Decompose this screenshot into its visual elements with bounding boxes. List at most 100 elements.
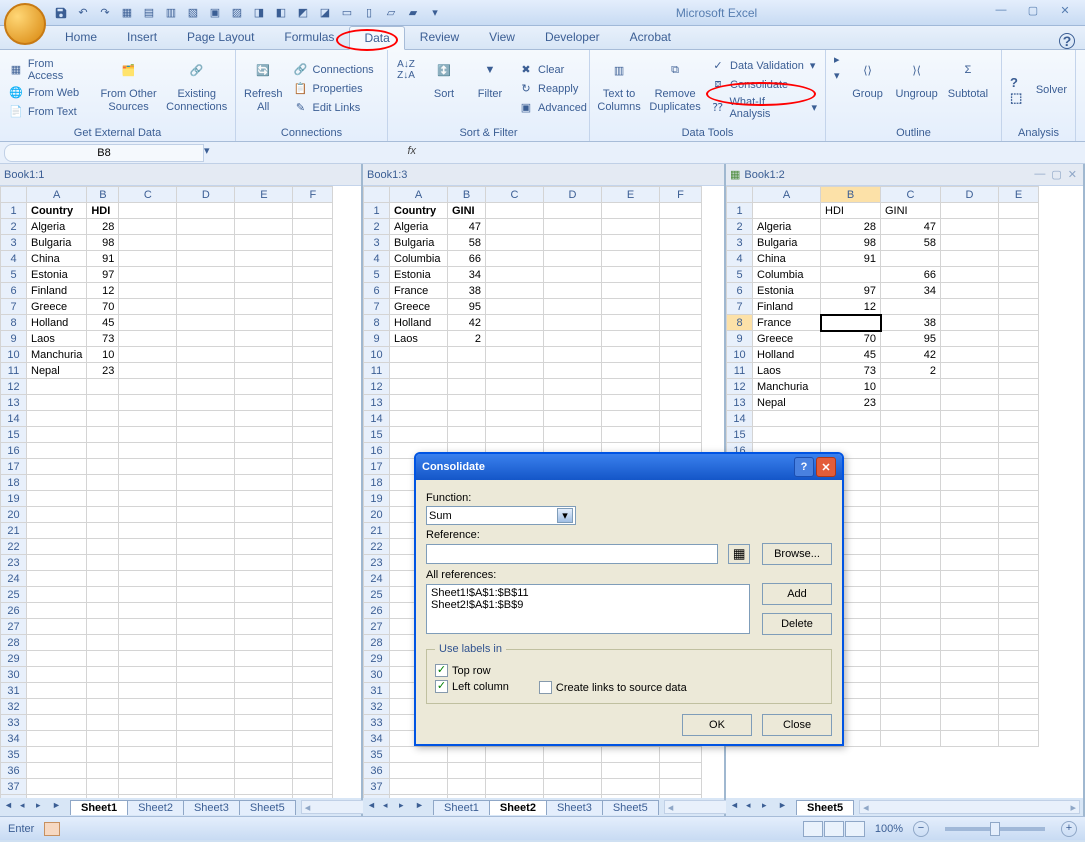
- row-header[interactable]: 7: [364, 299, 390, 315]
- cell[interactable]: [941, 411, 999, 427]
- row-header[interactable]: 31: [1, 683, 27, 699]
- filter-button[interactable]: ▼Filter: [468, 52, 512, 125]
- select-all-corner[interactable]: [364, 187, 390, 203]
- cell[interactable]: [119, 587, 177, 603]
- cell[interactable]: [448, 427, 486, 443]
- row-header[interactable]: 10: [1, 347, 27, 363]
- cell[interactable]: [27, 715, 87, 731]
- cell[interactable]: Greece: [27, 299, 87, 315]
- cell[interactable]: [881, 619, 941, 635]
- cell[interactable]: [293, 619, 333, 635]
- sheet-tab-nav-button[interactable]: ◄: [367, 800, 381, 814]
- qat-icon[interactable]: ▱: [382, 4, 400, 22]
- cell[interactable]: France: [753, 315, 821, 331]
- cell[interactable]: [27, 491, 87, 507]
- qat-icon[interactable]: ▯: [360, 4, 378, 22]
- sheet-tab[interactable]: Sheet1: [433, 800, 490, 815]
- cell[interactable]: [602, 283, 660, 299]
- cell[interactable]: [235, 603, 293, 619]
- cell[interactable]: [177, 539, 235, 555]
- from-other-sources-button[interactable]: 🗂️From Other Sources: [97, 52, 161, 125]
- cell[interactable]: [999, 363, 1039, 379]
- cell[interactable]: [448, 379, 486, 395]
- cell[interactable]: [999, 475, 1039, 491]
- cell[interactable]: [941, 555, 999, 571]
- properties-button[interactable]: 📋Properties: [289, 80, 378, 98]
- row-header[interactable]: 3: [1, 235, 27, 251]
- cell[interactable]: [999, 427, 1039, 443]
- row-header[interactable]: 22: [364, 539, 390, 555]
- row-header[interactable]: 14: [727, 411, 753, 427]
- row-header[interactable]: 14: [1, 411, 27, 427]
- cell[interactable]: [999, 219, 1039, 235]
- cell[interactable]: [448, 347, 486, 363]
- cell[interactable]: [235, 347, 293, 363]
- cell[interactable]: [119, 635, 177, 651]
- cell[interactable]: [87, 475, 119, 491]
- cell[interactable]: [293, 731, 333, 747]
- cell[interactable]: [941, 219, 999, 235]
- cell[interactable]: [602, 379, 660, 395]
- cell[interactable]: Holland: [753, 347, 821, 363]
- cell[interactable]: Estonia: [390, 267, 448, 283]
- tab-insert[interactable]: Insert: [112, 25, 172, 49]
- cell[interactable]: [235, 635, 293, 651]
- cell[interactable]: [87, 587, 119, 603]
- row-header[interactable]: 32: [364, 699, 390, 715]
- cell[interactable]: 95: [881, 331, 941, 347]
- cell[interactable]: [602, 299, 660, 315]
- from-access-button[interactable]: ▦From Access: [4, 57, 95, 83]
- qat-icon[interactable]: ▭: [338, 4, 356, 22]
- column-header[interactable]: D: [177, 187, 235, 203]
- cell[interactable]: [27, 731, 87, 747]
- cell[interactable]: [881, 635, 941, 651]
- cell[interactable]: 73: [821, 363, 881, 379]
- cell[interactable]: [87, 411, 119, 427]
- cell[interactable]: [999, 299, 1039, 315]
- row-header[interactable]: 4: [727, 251, 753, 267]
- cell[interactable]: [881, 667, 941, 683]
- row-header[interactable]: 15: [364, 427, 390, 443]
- sheet-tab-nav-button[interactable]: ◄: [4, 800, 18, 814]
- cell[interactable]: [235, 411, 293, 427]
- cell[interactable]: [486, 299, 544, 315]
- reference-picker-icon[interactable]: ▦: [728, 544, 750, 564]
- cell[interactable]: [27, 523, 87, 539]
- cell[interactable]: [119, 315, 177, 331]
- cell[interactable]: [119, 379, 177, 395]
- cell[interactable]: [941, 507, 999, 523]
- row-header[interactable]: 34: [1, 731, 27, 747]
- cell[interactable]: [486, 267, 544, 283]
- cell[interactable]: [177, 651, 235, 667]
- column-header[interactable]: E: [999, 187, 1039, 203]
- cell[interactable]: [177, 203, 235, 219]
- cell[interactable]: [999, 235, 1039, 251]
- row-header[interactable]: 18: [364, 475, 390, 491]
- cell[interactable]: [881, 523, 941, 539]
- row-header[interactable]: 27: [364, 619, 390, 635]
- cell[interactable]: [881, 411, 941, 427]
- cell[interactable]: [27, 635, 87, 651]
- cell[interactable]: [660, 363, 702, 379]
- row-header[interactable]: 9: [727, 331, 753, 347]
- whatif-button[interactable]: ⁇What-If Analysis▾: [706, 95, 821, 121]
- cell[interactable]: [27, 443, 87, 459]
- cell[interactable]: [293, 507, 333, 523]
- cell[interactable]: [119, 395, 177, 411]
- sheet-tab[interactable]: Sheet5: [239, 800, 296, 815]
- dialog-titlebar[interactable]: Consolidate ? ✕: [416, 454, 842, 480]
- cell[interactable]: [87, 603, 119, 619]
- cell[interactable]: [999, 251, 1039, 267]
- cell[interactable]: China: [753, 251, 821, 267]
- cell[interactable]: 12: [821, 299, 881, 315]
- row-header[interactable]: 14: [364, 411, 390, 427]
- cell[interactable]: 34: [881, 283, 941, 299]
- cell[interactable]: [821, 411, 881, 427]
- cell[interactable]: [881, 699, 941, 715]
- row-header[interactable]: 12: [364, 379, 390, 395]
- row-header[interactable]: 24: [364, 571, 390, 587]
- cell[interactable]: [544, 395, 602, 411]
- cell[interactable]: [27, 555, 87, 571]
- sheet-tab-nav-button[interactable]: ◂: [383, 800, 397, 814]
- cell[interactable]: [941, 635, 999, 651]
